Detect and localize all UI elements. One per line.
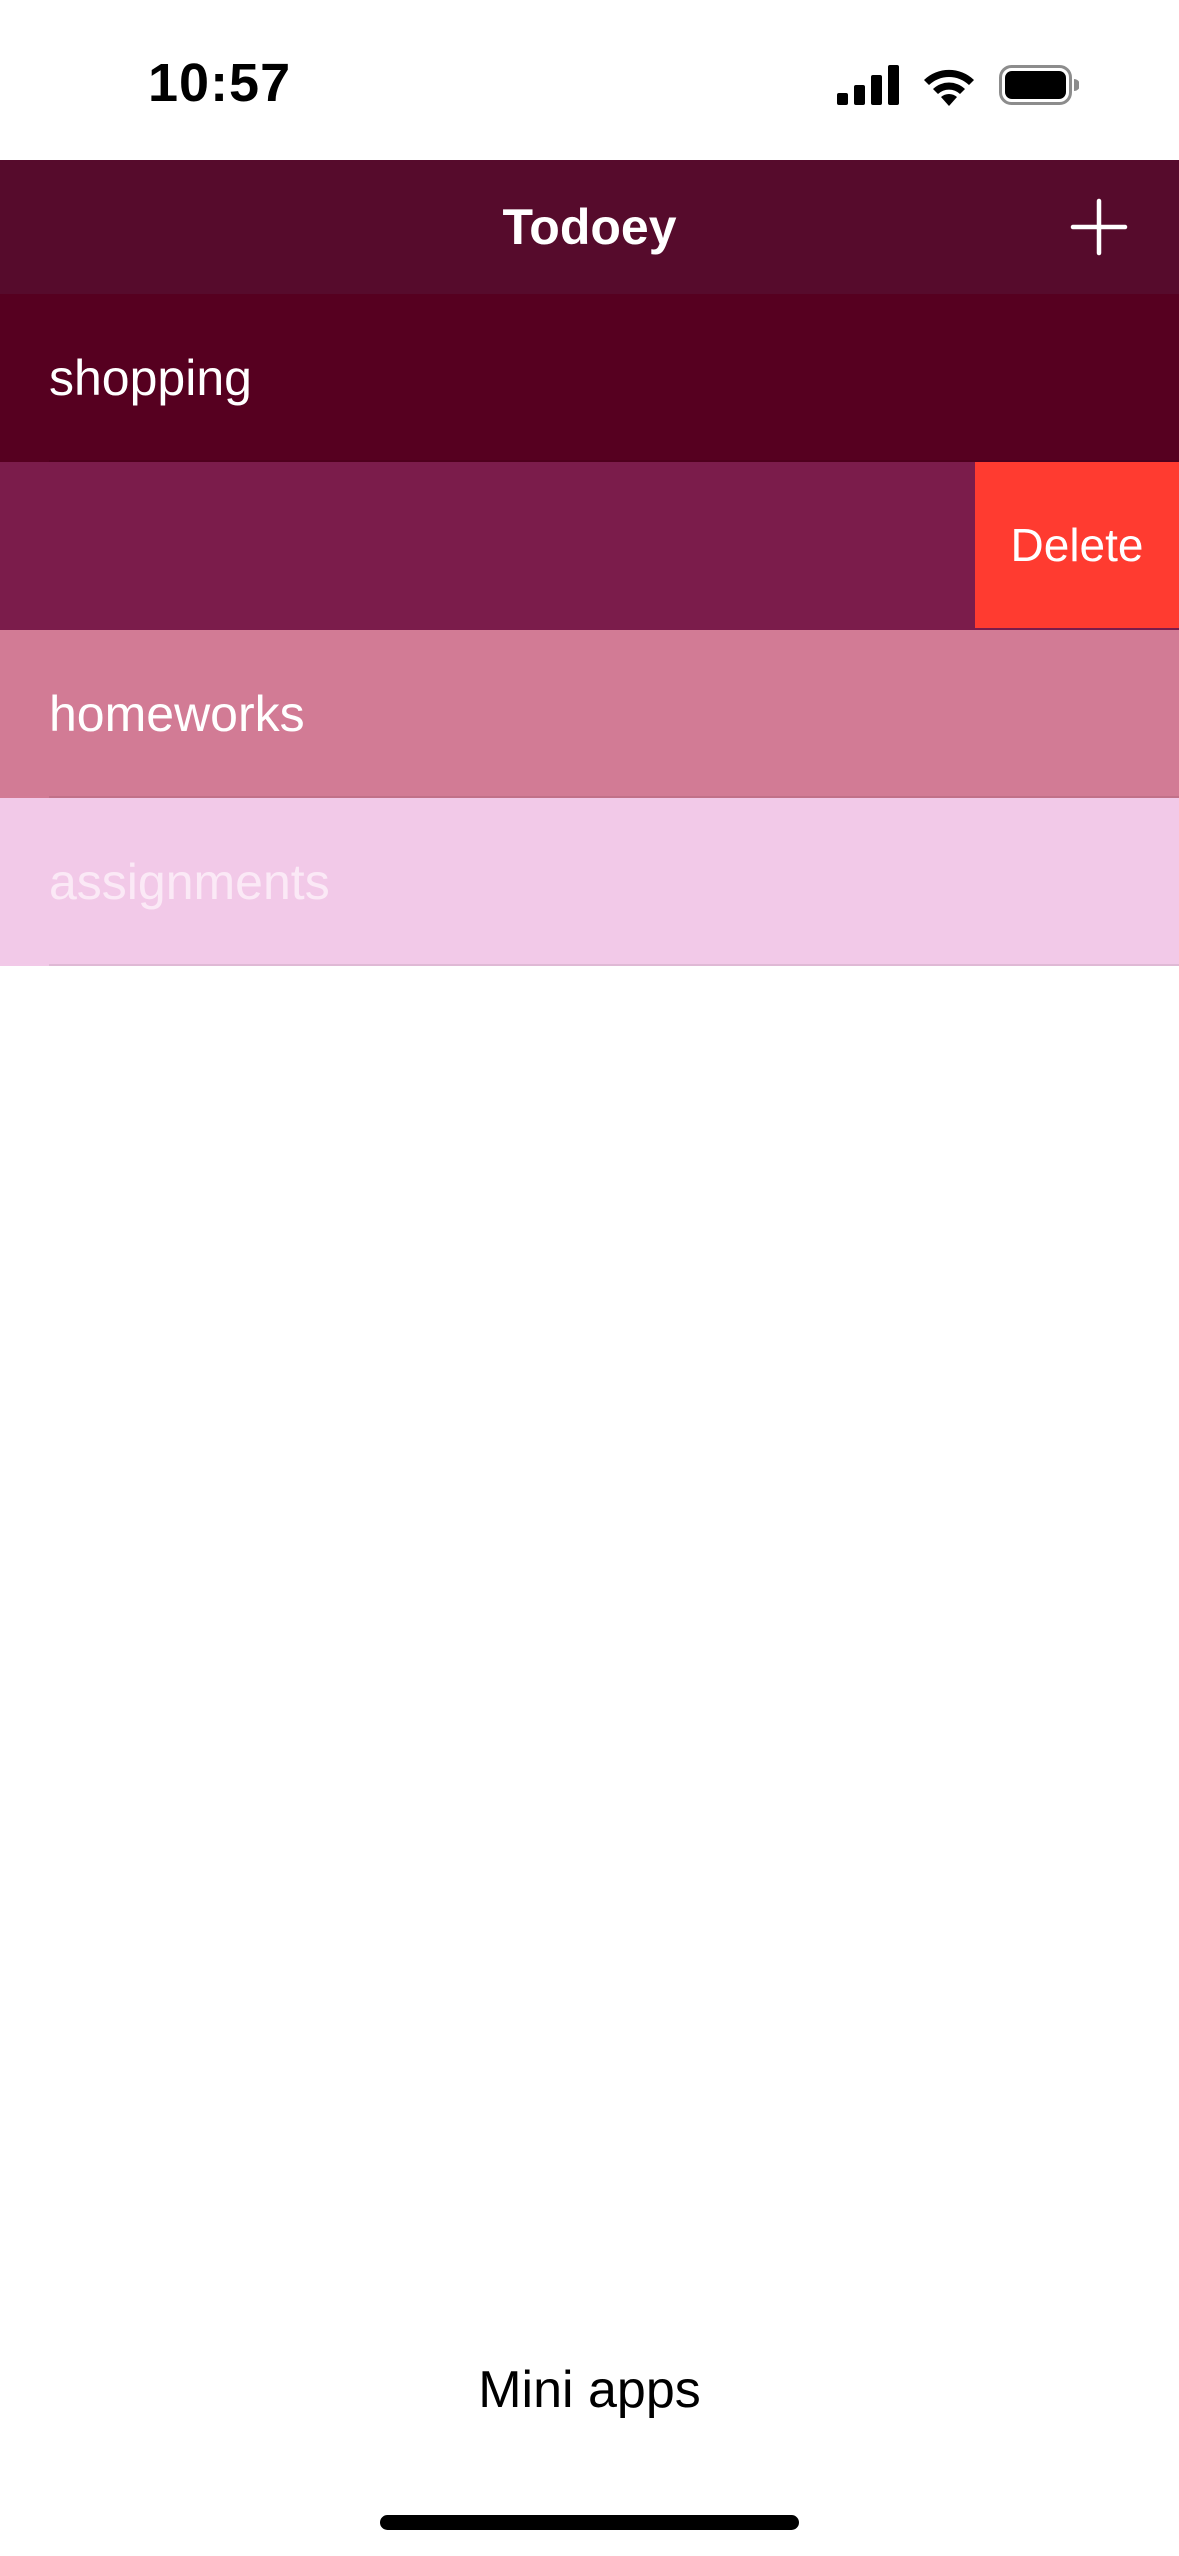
status-bar: 10:57 [0, 0, 1179, 160]
category-label: assignments [49, 854, 330, 910]
add-category-button[interactable] [1059, 187, 1139, 267]
status-time: 10:57 [148, 53, 292, 113]
navigation-bar: Todoey [0, 160, 1179, 294]
delete-button[interactable]: Delete [975, 462, 1179, 628]
category-label: shopping [49, 350, 252, 406]
category-label: homeworks [49, 686, 305, 742]
category-row-assignments[interactable]: assignments [0, 798, 1179, 966]
row-separator [49, 964, 1179, 966]
wifi-icon [921, 64, 977, 111]
cellular-signal-icon [837, 64, 899, 110]
todoey-screen: 10:57 Todoey shopping Delete homeworks a… [0, 0, 1179, 2556]
page-title: Todoey [502, 199, 677, 255]
delete-label: Delete [1010, 519, 1144, 571]
category-row-shopping[interactable]: shopping [0, 294, 1179, 462]
plus-icon [1070, 198, 1128, 256]
footer-label: Mini apps [478, 2361, 701, 2419]
category-row-homeworks[interactable]: homeworks [0, 630, 1179, 798]
battery-icon [999, 64, 1080, 110]
home-indicator[interactable] [380, 2515, 799, 2530]
status-icons [837, 62, 1080, 112]
category-row-swiped[interactable]: g Delete [0, 462, 1179, 630]
